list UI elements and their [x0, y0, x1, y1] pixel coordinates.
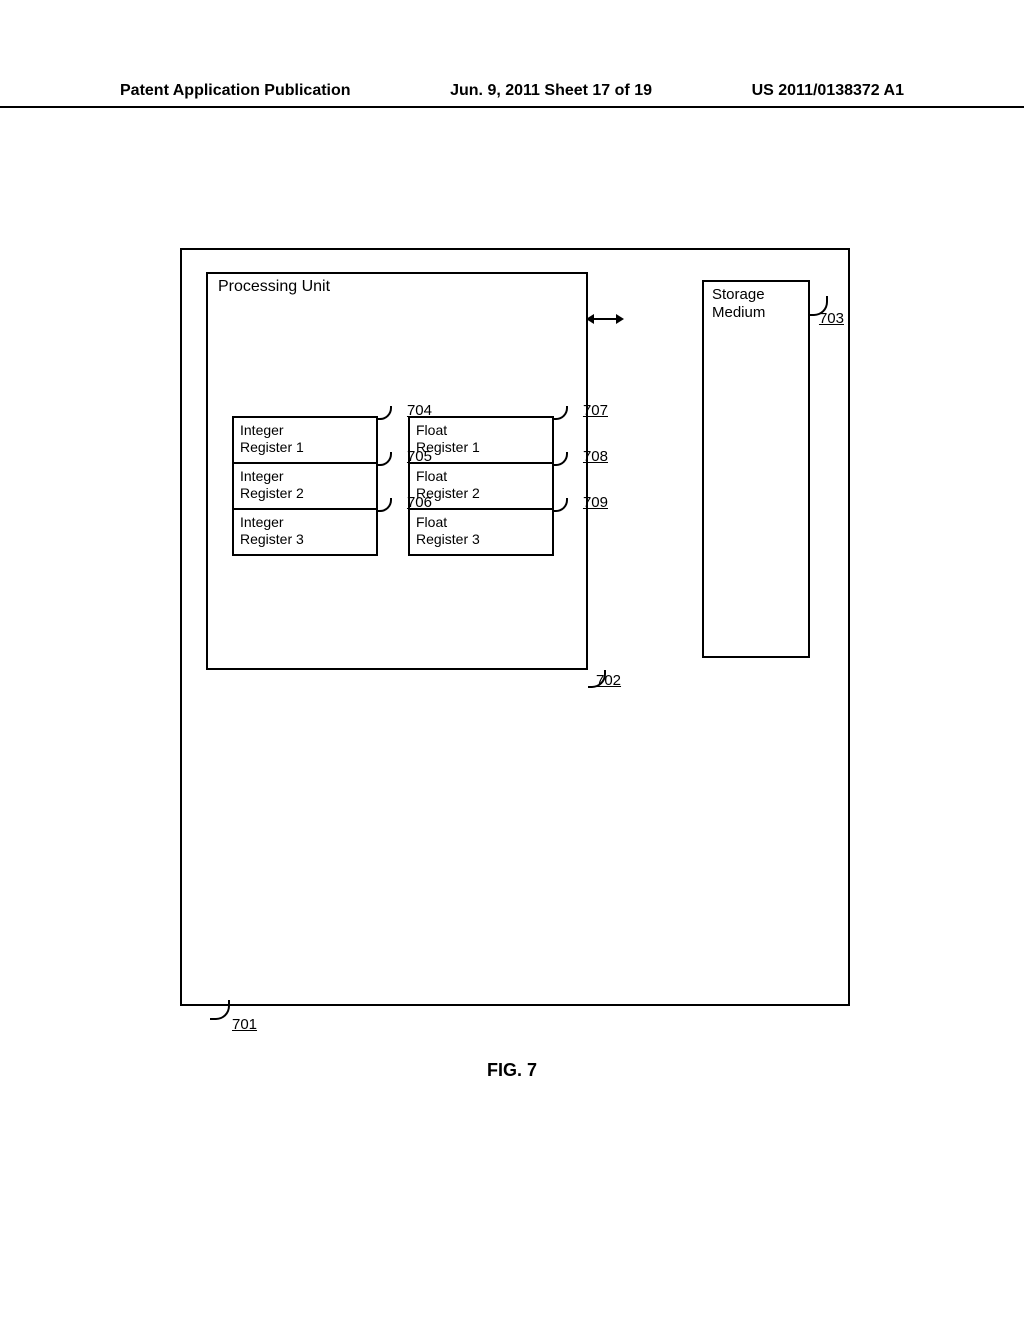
leader-line-icon: [554, 498, 568, 512]
leader-line-icon: [554, 406, 568, 420]
figure-caption: FIG. 7: [0, 1060, 1024, 1081]
integer-register-column: Integer Register 1 704 Integer Register …: [232, 416, 378, 556]
leader-line-icon: [210, 1000, 230, 1020]
processing-unit-box: Processing Unit Integer Register 1 704 I…: [206, 272, 588, 670]
float-register-2-label: Float Register 2: [416, 468, 480, 501]
system-box-701: Processing Unit Integer Register 1 704 I…: [180, 248, 850, 1006]
leader-line-icon: [378, 498, 392, 512]
leader-line-icon: [554, 452, 568, 466]
float-register-1: Float Register 1 707: [408, 416, 554, 464]
ref-703: 703: [819, 310, 844, 327]
integer-register-3-label: Integer Register 3: [240, 514, 304, 547]
float-register-column: Float Register 1 707 Float Register 2 70…: [408, 416, 554, 556]
float-register-3: Float Register 3 709: [408, 508, 554, 556]
ref-702: 702: [596, 672, 621, 689]
storage-medium-box: Storage Medium: [702, 280, 810, 658]
leader-line-icon: [378, 452, 392, 466]
patent-figure-page: Patent Application Publication Jun. 9, 2…: [0, 0, 1024, 1320]
ref-707: 707: [583, 402, 608, 420]
header-center: Jun. 9, 2011 Sheet 17 of 19: [450, 82, 652, 100]
integer-register-2: Integer Register 2 705: [232, 462, 378, 510]
header-left: Patent Application Publication: [120, 82, 351, 100]
integer-register-2-label: Integer Register 2: [240, 468, 304, 501]
page-header: Patent Application Publication Jun. 9, 2…: [0, 82, 1024, 108]
storage-medium-title: Storage Medium: [712, 286, 765, 322]
ref-701: 701: [232, 1016, 257, 1033]
ref-708: 708: [583, 448, 608, 466]
float-register-2: Float Register 2 708: [408, 462, 554, 510]
bidirectional-arrow-icon: [588, 318, 622, 320]
header-right: US 2011/0138372 A1: [752, 82, 904, 100]
integer-register-1: Integer Register 1 704: [232, 416, 378, 464]
processing-unit-title: Processing Unit: [218, 278, 330, 296]
leader-line-icon: [378, 406, 392, 420]
ref-709: 709: [583, 494, 608, 512]
float-register-1-label: Float Register 1: [416, 422, 480, 455]
integer-register-3: Integer Register 3 706: [232, 508, 378, 556]
float-register-3-label: Float Register 3: [416, 514, 480, 547]
integer-register-1-label: Integer Register 1: [240, 422, 304, 455]
